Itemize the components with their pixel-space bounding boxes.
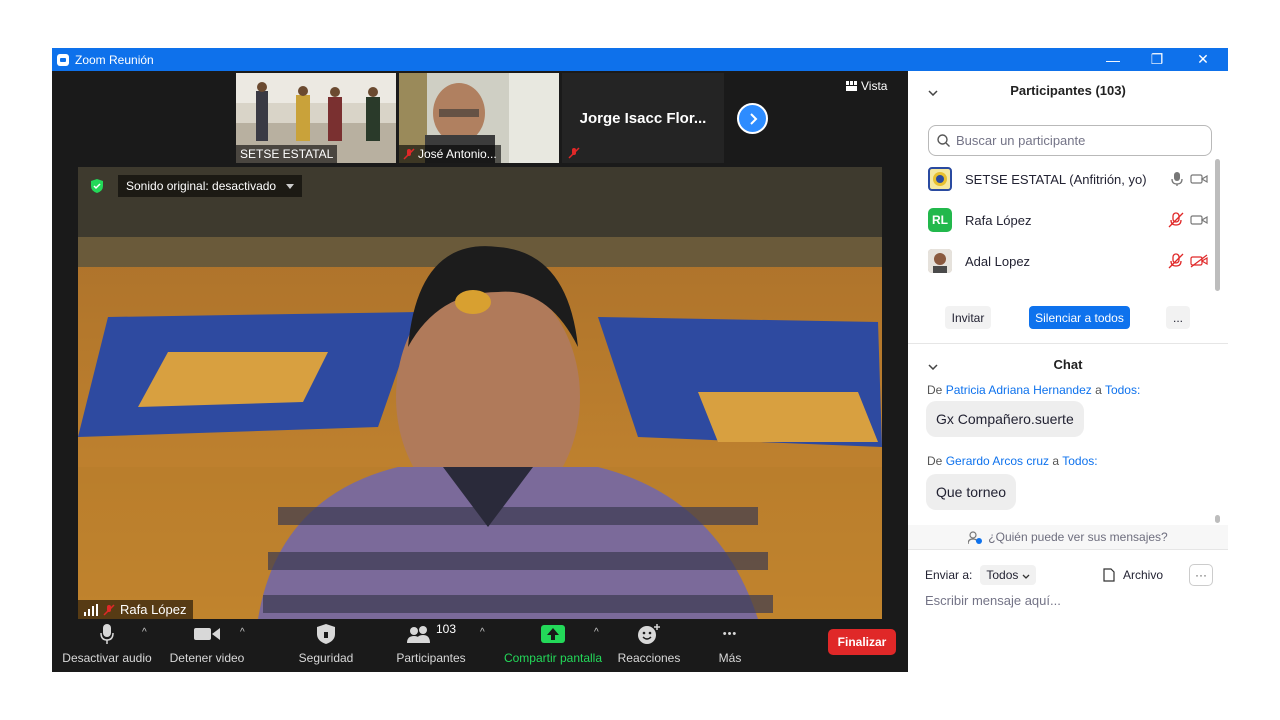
thumbnail-label: SETSE ESTATAL [236, 145, 338, 163]
participants-title: Participantes (103) [1010, 83, 1126, 98]
meeting-stage: SETSE ESTATAL José Antonio... Jorge Isac… [52, 71, 908, 672]
participant-row[interactable]: Adal Lopez [928, 247, 1208, 275]
window-title: Zoom Reunión [75, 52, 154, 67]
shield-icon [317, 624, 335, 644]
chat-message-meta: De Gerardo Arcos cruz a Todos: [927, 454, 1098, 468]
mic-muted-icon[interactable] [1168, 212, 1184, 228]
video-off-icon[interactable] [1190, 254, 1208, 268]
speaker-name-tag: Rafa López [78, 600, 193, 619]
grid-icon [846, 81, 857, 91]
send-to-row: Enviar a: Todos Archivo ··· [925, 563, 1215, 587]
smiley-plus-icon [638, 624, 660, 644]
participant-row[interactable]: SETSE ESTATAL (Anfitrión, yo) [928, 165, 1208, 193]
video-camera-icon [194, 628, 220, 640]
video-options-caret[interactable]: ^ [240, 627, 245, 638]
minimize-button[interactable]: — [1090, 48, 1136, 71]
speaker-video-image [78, 167, 882, 619]
avatar: RL [928, 208, 952, 232]
chevron-down-icon [1022, 574, 1030, 579]
chevron-right-icon [749, 112, 757, 125]
share-screen-button[interactable]: Compartir pantalla [500, 619, 606, 665]
chat-message-input[interactable]: Escribir mensaje aquí... [925, 593, 1061, 608]
close-button[interactable]: ✕ [1180, 48, 1226, 71]
participants-button[interactable]: 103 Participantes [392, 619, 470, 665]
recipient-select[interactable]: Todos [980, 565, 1036, 585]
share-options-caret[interactable]: ^ [594, 627, 599, 638]
zoom-app-icon [57, 53, 69, 66]
zoom-window: Zoom Reunión — ❐ ✕ SETSE ESTATAL José An… [52, 48, 1228, 672]
original-sound-toggle[interactable]: Sonido original: desactivado [118, 175, 303, 197]
view-button[interactable]: Vista [846, 79, 887, 93]
invite-button[interactable]: Invitar [945, 306, 991, 329]
stop-video-button[interactable]: Detener video [165, 619, 249, 665]
mic-muted-icon [568, 147, 580, 159]
participants-icon [406, 626, 430, 643]
microphone-icon[interactable] [1170, 171, 1184, 187]
encryption-shield-icon[interactable] [86, 175, 108, 197]
participants-count: 103 [435, 622, 457, 636]
chat-title: Chat [1053, 357, 1083, 372]
main-video[interactable]: Sonido original: desactivado Rafa López [78, 167, 882, 619]
avatar [928, 167, 952, 191]
chat-sender-link[interactable]: Patricia Adriana Hernandez [946, 383, 1092, 397]
thumbnail-jose-antonio[interactable]: José Antonio... [399, 73, 559, 163]
signal-strength-icon [84, 603, 98, 616]
participant-row[interactable]: RL Rafa López [928, 206, 1208, 234]
next-page-button[interactable] [737, 103, 768, 134]
chat-scrollbar[interactable] [1215, 515, 1220, 523]
divider [908, 343, 1228, 344]
meeting-toolbar: Desactivar audio ^ Detener video ^ Segur… [52, 619, 908, 672]
thumbnail-jorge-isacc[interactable]: Jorge Isacc Flor... [562, 73, 724, 163]
restore-button[interactable]: ❐ [1134, 48, 1180, 71]
end-meeting-button[interactable]: Finalizar [828, 629, 896, 655]
reactions-button[interactable]: Reacciones [616, 619, 682, 665]
chat-message-meta: De Patricia Adriana Hernandez a Todos: [927, 383, 1141, 397]
file-button[interactable]: Archivo [1103, 568, 1163, 582]
chat-message-bubble[interactable]: Gx Compañero.suerte [926, 401, 1084, 437]
security-button[interactable]: Seguridad [292, 619, 360, 665]
participant-search-input[interactable]: Buscar un participante [928, 125, 1212, 156]
chat-recipient-link[interactable]: Todos: [1105, 383, 1140, 397]
mute-all-button[interactable]: Silenciar a todos [1029, 306, 1130, 329]
thumbnail-setse[interactable]: SETSE ESTATAL [236, 73, 396, 163]
more-button[interactable]: ••• Más [710, 619, 750, 665]
microphone-icon [100, 624, 114, 644]
mic-muted-icon [403, 148, 415, 160]
organization-logo-icon [933, 172, 947, 186]
chat-recipient-link[interactable]: Todos: [1062, 454, 1097, 468]
who-can-see-messages[interactable]: ¿Quién puede ver sus mensajes? [908, 525, 1228, 549]
title-bar: Zoom Reunión — ❐ ✕ [52, 48, 1228, 71]
chevron-down-icon [286, 183, 295, 189]
side-panel: Participantes (103) Buscar un participan… [908, 71, 1228, 672]
chat-messages: De Patricia Adriana Hernandez a Todos: G… [908, 381, 1220, 521]
mic-muted-icon [103, 603, 115, 616]
thumbnail-label: José Antonio... [399, 145, 501, 163]
chat-more-button[interactable]: ··· [1189, 564, 1213, 586]
avatar-photo [928, 249, 952, 273]
participants-more-button[interactable]: ... [1166, 306, 1190, 329]
more-dots-icon: ••• [722, 628, 738, 640]
participants-options-caret[interactable]: ^ [480, 627, 485, 638]
search-icon [937, 134, 950, 147]
thumbnail-strip: SETSE ESTATAL José Antonio... Jorge Isac… [236, 73, 724, 163]
mic-muted-icon[interactable] [1168, 253, 1184, 269]
participants-scrollbar[interactable] [1215, 159, 1220, 291]
video-camera-icon[interactable] [1190, 214, 1208, 226]
chat-message-bubble[interactable]: Que torneo [926, 474, 1017, 510]
chat-sender-link[interactable]: Gerardo Arcos cruz [946, 454, 1049, 468]
file-icon [1103, 568, 1115, 582]
divider [908, 549, 1228, 550]
share-screen-icon [541, 625, 565, 643]
person-info-icon [968, 530, 983, 544]
audio-options-caret[interactable]: ^ [142, 627, 147, 638]
mute-audio-button[interactable]: Desactivar audio [62, 619, 152, 665]
video-camera-icon[interactable] [1190, 173, 1208, 185]
avatar [928, 249, 952, 273]
